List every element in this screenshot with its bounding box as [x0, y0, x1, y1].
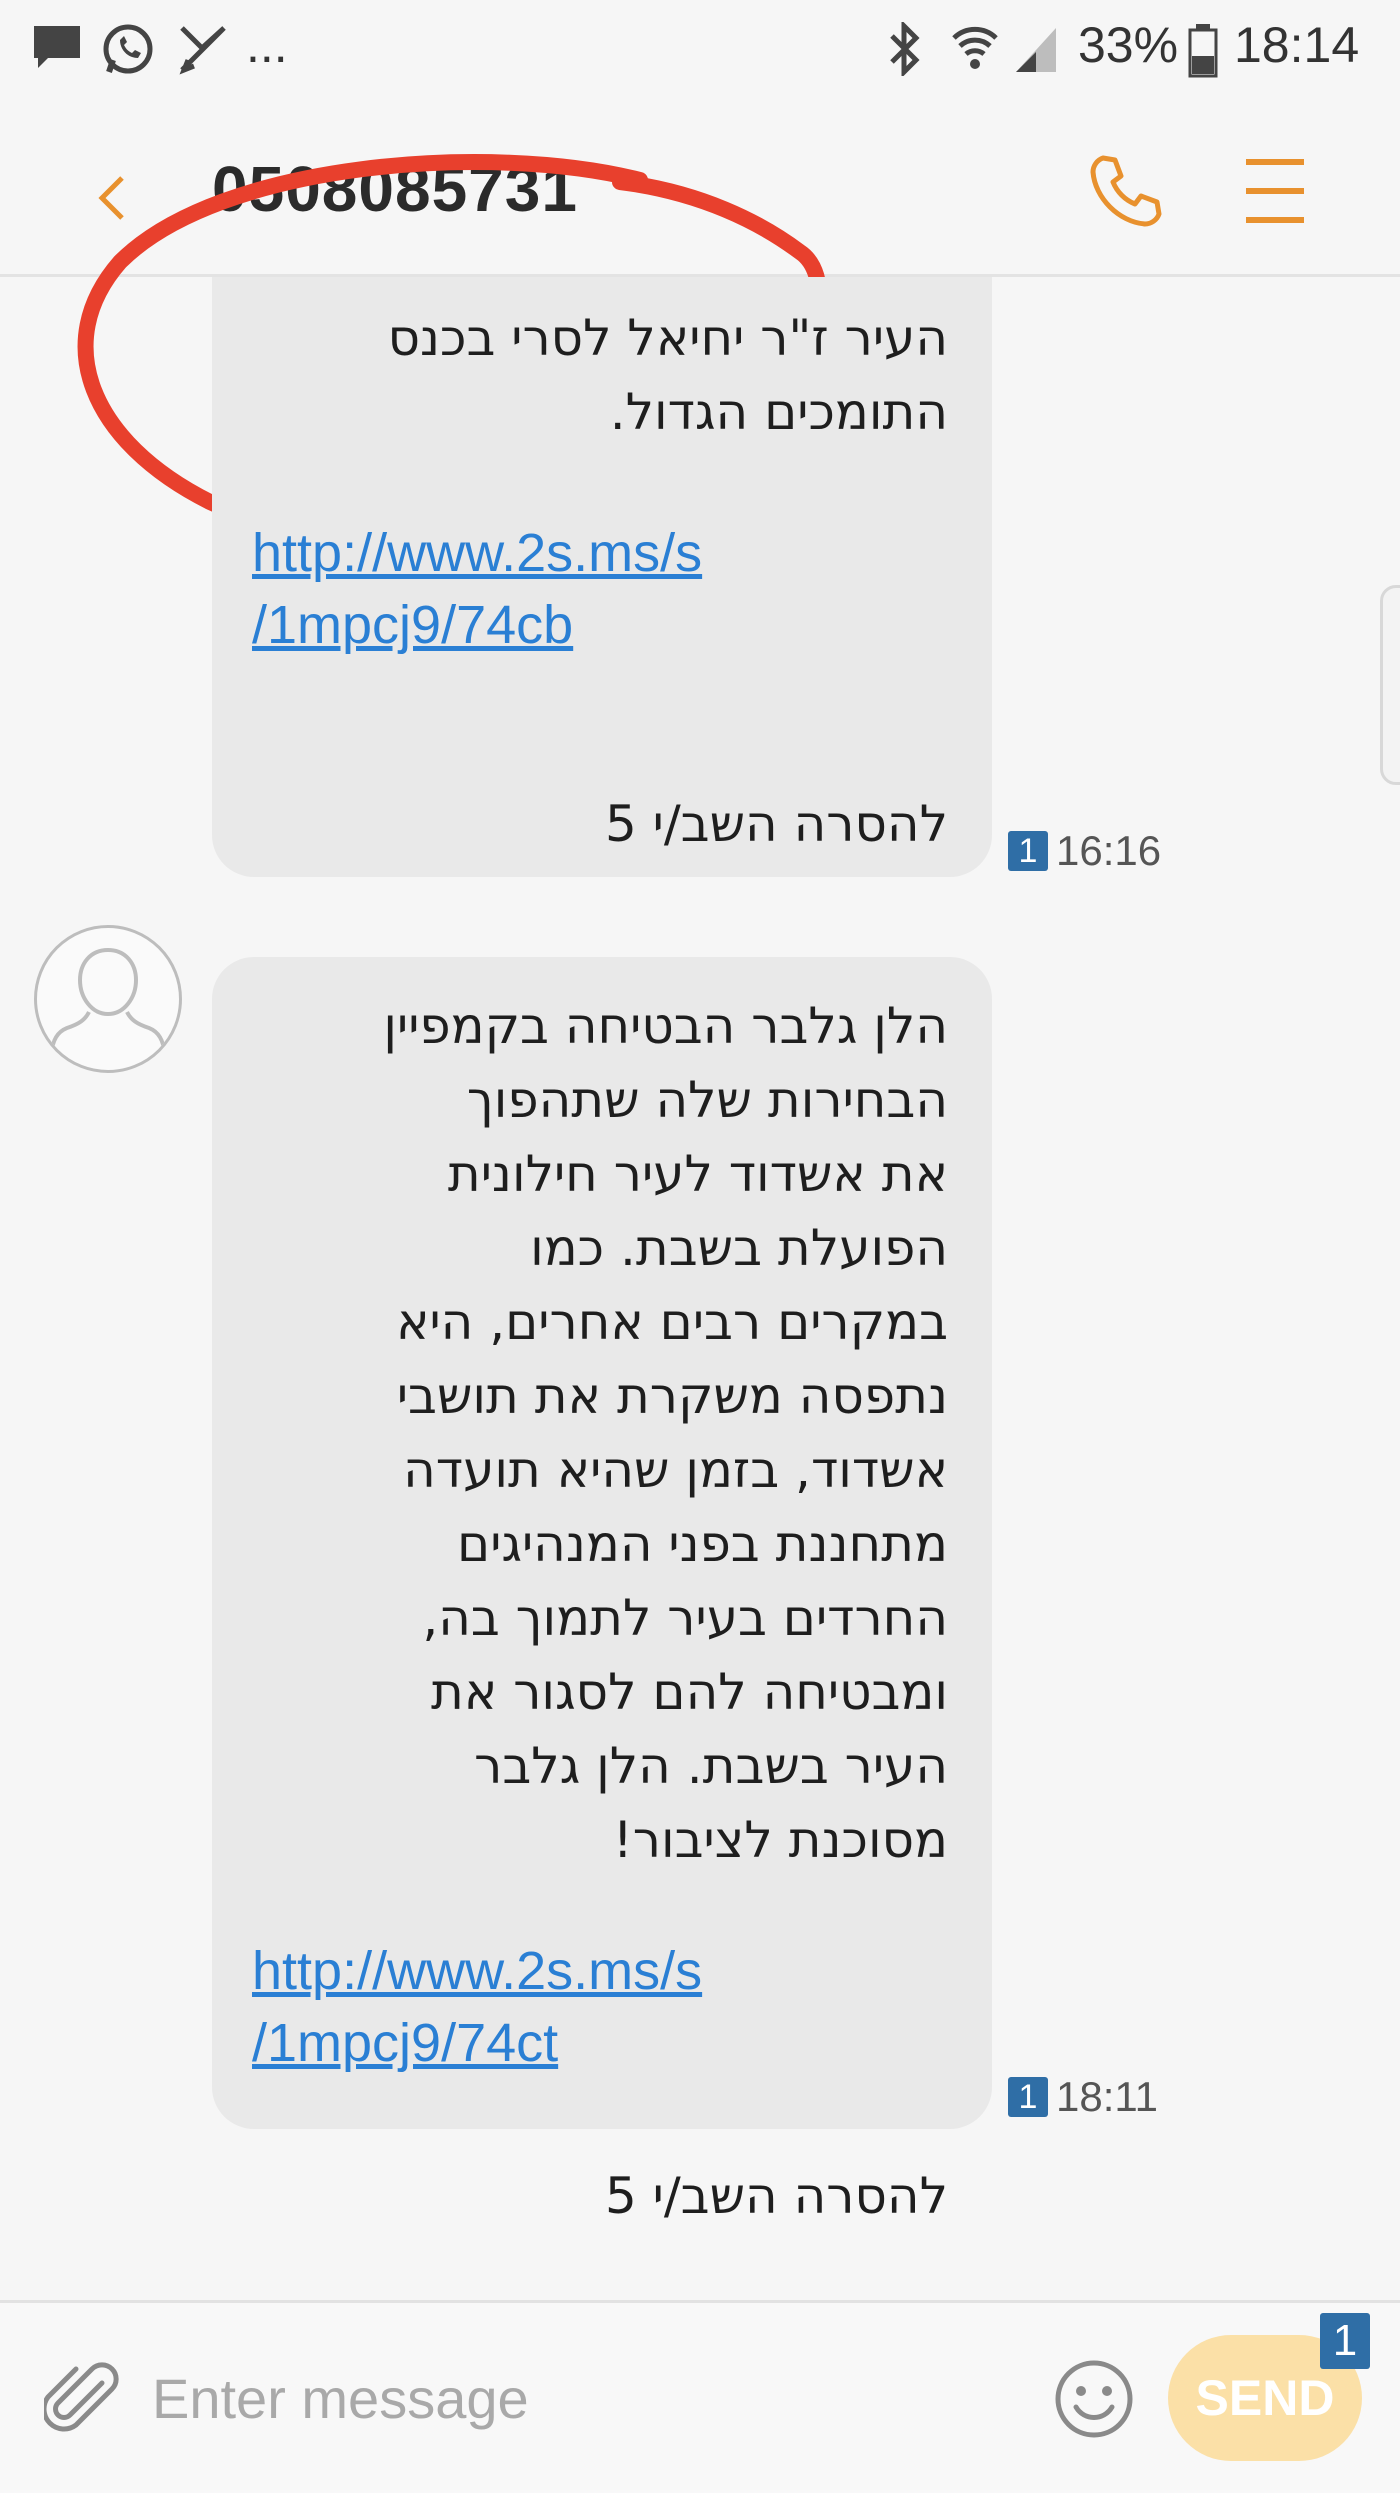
scroll-handle[interactable]: [1380, 585, 1400, 785]
wifi-icon: [952, 26, 998, 69]
message-icon: [34, 26, 80, 68]
back-arrow-icon[interactable]: [82, 168, 142, 228]
battery-icon: [1188, 24, 1218, 78]
missed-call-icon: [179, 26, 226, 75]
whatsapp-icon: [103, 24, 153, 74]
conversation-list[interactable]: העיר ז"ר יחיאל לסרי בכנס התומכים הגדול. …: [0, 277, 1400, 2297]
unread-badge: 1: [1008, 831, 1048, 871]
message-input[interactable]: [150, 2347, 1014, 2449]
unread-badge: 1: [1008, 2077, 1048, 2117]
message-time: 18:11: [1056, 2073, 1158, 2120]
unsubscribe-note: להסרה השב/י 5: [604, 2167, 948, 2225]
paperclip-icon[interactable]: [44, 2361, 124, 2441]
menu-icon[interactable]: [1240, 152, 1310, 230]
emoji-icon[interactable]: [1050, 2355, 1138, 2443]
message-link[interactable]: http://www.2s.ms/s /1mpcj9/74ct: [252, 1935, 948, 2079]
phone-icon[interactable]: [1085, 150, 1167, 232]
status-overflow: ...: [246, 17, 288, 73]
page-title: 0508085731: [212, 153, 578, 225]
message-time: 16:16: [1056, 827, 1162, 874]
message-meta: 1 16:16: [1008, 827, 1161, 875]
message-composer: SEND 1: [0, 2300, 1400, 2493]
person-icon: [49, 947, 167, 1055]
message-meta: 1 18:11: [1008, 2073, 1158, 2121]
status-time: 18:14: [1234, 17, 1360, 73]
message-bubble[interactable]: העיר ז"ר יחיאל לסרי בכנס התומכים הגדול. …: [212, 277, 992, 877]
app-bar: 0508085731: [0, 104, 1400, 545]
bluetooth-icon: [890, 22, 920, 76]
battery-percent: 33%: [1078, 17, 1179, 73]
signal-icon: [1016, 28, 1056, 72]
send-count-badge: 1: [1320, 2313, 1370, 2369]
unsubscribe-note: להסרה השב/י 5: [604, 795, 948, 853]
message-text: העיר ז"ר יחיאל לסרי בכנס התומכים הגדול.: [387, 309, 948, 441]
message-bubble[interactable]: הלן גלבר הבטיחה בקמפיין הבחירות שלה שתהפ…: [212, 957, 992, 2225]
avatar[interactable]: [34, 925, 182, 1073]
status-bar: ... 33% 18:14: [0, 0, 1400, 104]
message-text: הלן גלבר הבטיחה בקמפיין הבחירות שלה שתהפ…: [383, 997, 948, 1869]
message-link[interactable]: http://www.2s.ms/s /1mpcj9/74cb: [252, 517, 948, 661]
